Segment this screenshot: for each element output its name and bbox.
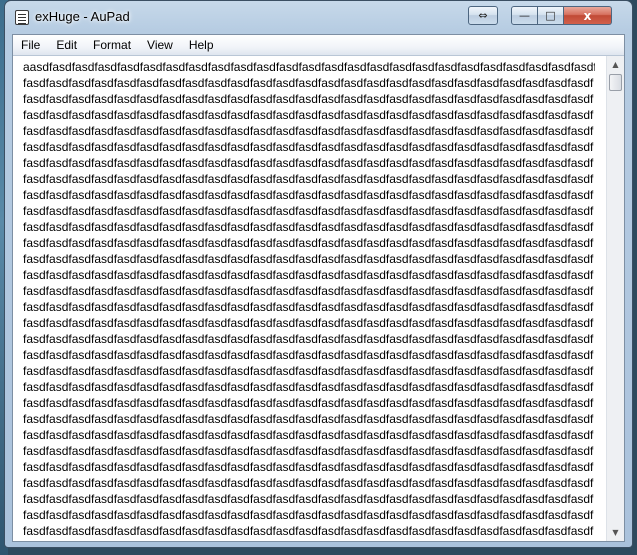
menu-help[interactable]: Help [181,35,222,55]
maximize-button[interactable]: □ [538,6,564,25]
text-line: fasdfasdfasdfasdfasdfasdfasdfasdfasdfasd… [23,396,594,410]
text-line: fasdfasdfasdfasdfasdfasdfasdfasdfasdfasd… [23,188,594,202]
text-line: fasdfasdfasdfasdfasdfasdfasdfasdfasdfasd… [23,156,594,170]
text-line: fasdfasdfasdfasdfasdfasdfasdfasdfasdfasd… [23,364,594,378]
text-line: fasdfasdfasdfasdfasdfasdfasdfasdfasdfasd… [23,460,594,474]
text-line: fasdfasdfasdfasdfasdfasdfasdfasdfasdfasd… [23,140,594,154]
menu-view[interactable]: View [139,35,181,55]
text-line: fasdfasdfasdfasdfasdfasdfasdfasdfasdfasd… [23,492,594,506]
text-line: fasdfasdfasdfasdfasdfasdfasdfasdfasdfasd… [23,172,594,186]
minimize-button[interactable]: — [511,6,538,25]
text-line: fasdfasdfasdfasdfasdfasdfasdfasdfasdfasd… [23,300,594,314]
text-line: fasdfasdfasdfasdfasdfasdfasdfasdfasdfasd… [23,380,594,394]
text-line: fasdfasdfasdfasdfasdfasdfasdfasdfasdfasd… [23,108,594,122]
menu-edit[interactable]: Edit [48,35,85,55]
client-area: File Edit Format View Help aasdfasdfasdf… [12,34,625,542]
title-bar[interactable]: exHuge - AuPad ⇔ — □ x [5,1,632,33]
scroll-up-arrow-icon[interactable]: ▲ [607,56,624,73]
text-line: fasdfasdfasdfasdfasdfasdfasdfasdfasdfasd… [23,476,594,490]
text-line: fasdfasdfasdfasdfasdfasdfasdfasdfasdfasd… [23,284,594,298]
text-line: fasdfasdfasdfasdfasdfasdfasdfasdfasdfasd… [23,508,594,522]
scroll-down-arrow-icon[interactable]: ▼ [607,524,624,541]
window-title: exHuge - AuPad [35,9,130,24]
text-line: fasdfasdfasdfasdfasdfasdfasdfasdfasdfasd… [23,428,594,442]
text-line: fasdfasdfasdfasdfasdfasdfasdfasdfasdfasd… [23,348,594,362]
text-line: fasdfasdfasdfasdfasdfasdfasdfasdfasdfasd… [23,220,594,234]
text-editor[interactable]: aasdfasdfasdfasdfasdfasdfasdfasdfasdfasd… [13,56,603,541]
resize-button[interactable]: ⇔ [468,6,498,25]
close-button[interactable]: x [564,6,612,25]
text-line: fasdfasdfasdfasdfasdfasdfasdfasdfasdfasd… [23,524,594,538]
text-line: fasdfasdfasdfasdfasdfasdfasdfasdfasdfasd… [23,252,594,266]
text-line: fasdfasdfasdfasdfasdfasdfasdfasdfasdfasd… [23,268,594,282]
text-line: fasdfasdfasdfasdfasdfasdfasdfasdfasdfasd… [23,236,594,250]
text-line: fasdfasdfasdfasdfasdfasdfasdfasdfasdfasd… [23,332,594,346]
notepad-app-icon[interactable] [15,10,29,25]
text-line: fasdfasdfasdfasdfasdfasdfasdfasdfasdfasd… [23,92,594,106]
scrollbar-thumb[interactable] [609,74,622,91]
text-line: fasdfasdfasdfasdfasdfasdfasdfasdfasdfasd… [23,76,594,90]
text-line: aasdfasdfasdfasdfasdfasdfasdfasdfasdfasd… [23,60,595,74]
text-line: fasdfasdfasdfasdfasdfasdfasdfasdfasdfasd… [23,204,594,218]
app-window: exHuge - AuPad ⇔ — □ x File Edit Format … [4,0,633,548]
vertical-scrollbar[interactable]: ▲ ▼ [606,56,624,541]
menu-bar: File Edit Format View Help [13,35,624,56]
text-line: fasdfasdfasdfasdfasdfasdfasdfasdfasdfasd… [23,316,594,330]
text-line: fasdfasdfasdfasdfasdfasdfasdfasdfasdfasd… [23,412,594,426]
menu-format[interactable]: Format [85,35,139,55]
text-line: fasdfasdfasdfasdfasdfasdfasdfasdfasdfasd… [23,444,594,458]
text-line: fasdfasdfasdfasdfasdfasdfasdfasdfasdfasd… [23,124,594,138]
menu-file[interactable]: File [13,35,48,55]
